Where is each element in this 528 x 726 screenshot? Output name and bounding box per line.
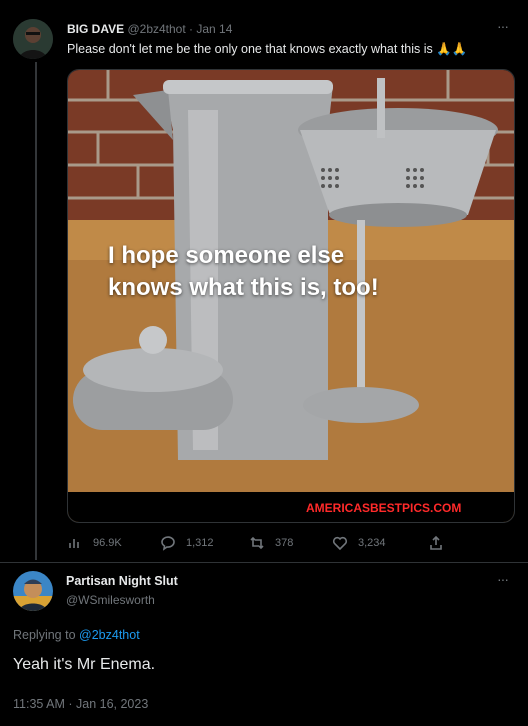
image-watermark: AMERICASBESTPICS.COM	[306, 501, 462, 515]
reply-text: Yeah it's Mr Enema.	[13, 656, 156, 673]
author-name[interactable]: BIG DAVE	[67, 22, 124, 36]
tweet-text: Please don't let me be the only one that…	[67, 42, 468, 56]
reply-timestamp[interactable]: 11:35 AM · Jan 16, 2023	[13, 697, 148, 711]
reply-button[interactable]: 1,312	[160, 535, 214, 551]
replies-count: 1,312	[186, 537, 214, 549]
author-handle[interactable]: @2bz4thot	[127, 22, 185, 36]
retweets-count: 378	[275, 537, 294, 549]
bar-chart-icon	[69, 539, 79, 548]
retweet-icon	[250, 536, 264, 550]
divider	[0, 562, 528, 563]
tweet-image[interactable]: I hope someone else knows what this is, …	[67, 69, 515, 523]
more-options-button[interactable]: ···	[497, 18, 509, 34]
likes-count: 3,234	[358, 537, 386, 549]
reply-author-name[interactable]: Partisan Night Slut	[66, 574, 178, 588]
reply-avatar[interactable]	[13, 571, 53, 611]
views-count: 96.9K	[93, 537, 122, 549]
image-overlay-line1: I hope someone else	[108, 242, 345, 269]
speech-bubble-icon	[161, 536, 175, 551]
reply-more-options-button[interactable]: ···	[497, 571, 509, 587]
reply-author-handle[interactable]: @WSmilesworth	[66, 593, 155, 607]
replying-to-label: Replying to	[13, 628, 76, 642]
tweet-date[interactable]: Jan 14	[196, 22, 232, 36]
thread-line	[35, 62, 37, 560]
share-button[interactable]	[428, 535, 444, 551]
heart-icon	[332, 536, 348, 551]
separator: ·	[189, 22, 194, 36]
retweet-button[interactable]: 378	[249, 535, 293, 551]
views-button[interactable]: 96.9K	[67, 535, 122, 551]
share-icon	[430, 535, 442, 550]
like-button[interactable]: 3,234	[332, 535, 386, 551]
image-overlay-line2: knows what this is, too!	[108, 274, 379, 301]
replying-to-handle[interactable]: @2bz4thot	[79, 628, 140, 642]
avatar[interactable]	[13, 19, 53, 59]
